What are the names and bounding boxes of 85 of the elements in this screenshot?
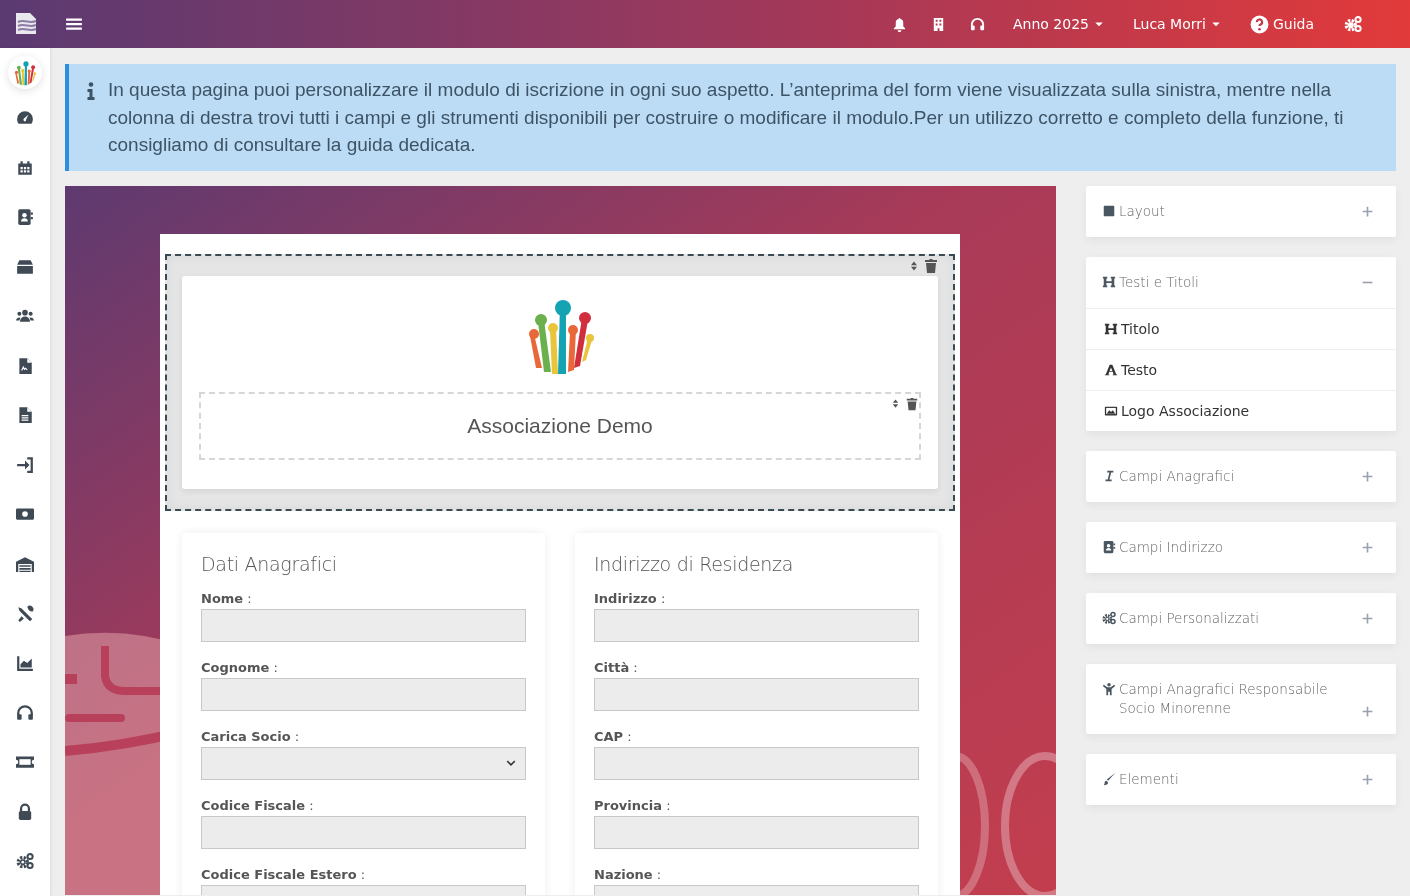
association-avatar[interactable] — [8, 56, 42, 90]
box-icon — [16, 257, 34, 276]
field-label: CAP : — [594, 728, 633, 744]
notifications-button[interactable] — [892, 16, 907, 32]
plus-icon — [1361, 611, 1374, 625]
field-label: Nazione : — [594, 866, 663, 882]
panel-header[interactable]: Elementi — [1086, 753, 1396, 805]
letter-icon — [1104, 362, 1118, 377]
building-button[interactable] — [931, 16, 946, 32]
field-label: Indirizzo : — [594, 590, 667, 606]
field-label: Codice Fiscale Estero : — [201, 866, 367, 882]
headset-icon — [970, 16, 985, 32]
input-field[interactable] — [594, 677, 919, 711]
input-field[interactable] — [594, 608, 919, 642]
field-label: Nome : — [201, 590, 253, 606]
heading-icon — [1102, 274, 1116, 289]
move-icon — [890, 398, 901, 409]
trash-icon — [923, 257, 939, 274]
select-field[interactable] — [201, 746, 526, 780]
plus-icon — [1361, 704, 1374, 718]
user-dropdown[interactable]: Luca Morri — [1132, 16, 1222, 32]
plus-icon — [1361, 540, 1374, 554]
panel-header[interactable]: Testi e Titoli — [1086, 256, 1396, 308]
association-title: Associazione Demo — [467, 413, 653, 438]
calendar-icon — [16, 158, 34, 177]
panel-title: Campi Indirizzo — [1102, 537, 1224, 557]
tools-icon — [16, 604, 34, 623]
plus-icon — [1361, 469, 1374, 483]
settings-button[interactable] — [1344, 15, 1362, 33]
garage-icon — [16, 555, 34, 573]
gears-icon — [1102, 610, 1116, 625]
contact-icon — [1102, 539, 1116, 554]
panel-title: Testi e Titoli — [1102, 272, 1199, 292]
toolbox-item[interactable]: Titolo — [1086, 307, 1396, 349]
chart-icon — [16, 654, 34, 673]
panel-title: Campi Personalizzati — [1102, 608, 1260, 628]
input-field[interactable] — [201, 608, 526, 642]
field-label: Cognome : — [201, 659, 279, 675]
plus-icon — [1361, 204, 1374, 218]
panel-title: Campi Anagrafici Responsabile Socio Minorenne — [1102, 679, 1351, 718]
panel-header[interactable]: Campi Personalizzati — [1086, 592, 1396, 644]
building-icon — [931, 16, 946, 32]
lock-icon — [16, 802, 34, 821]
year-dropdown[interactable]: Anno 2025 — [1013, 16, 1105, 32]
info-icon — [87, 82, 95, 100]
menu-button[interactable] — [65, 15, 83, 33]
panel-header[interactable]: Campi Anagrafici Responsabile Socio Minorenne — [1086, 663, 1396, 734]
section-title: Indirizzo di Residenza — [594, 552, 795, 575]
help-icon — [1249, 14, 1269, 34]
panel-title: Layout — [1102, 201, 1165, 221]
bell-icon — [892, 16, 907, 32]
heading-icon — [1104, 321, 1118, 336]
field-label: Carica Socio : — [201, 728, 301, 744]
field-label: Città : — [594, 659, 639, 675]
panel-header[interactable]: Campi Anagrafici — [1086, 450, 1396, 502]
support-button[interactable] — [970, 16, 985, 32]
login-icon — [16, 455, 34, 474]
field-label: Provincia : — [594, 797, 672, 813]
toolbox-item[interactable]: Logo Associazione — [1086, 389, 1396, 431]
panel-title: Campi Anagrafici — [1102, 466, 1235, 486]
section-title: Dati Anagrafici — [201, 552, 338, 575]
plus-icon — [1361, 772, 1374, 786]
toolbox-item[interactable]: Testo — [1086, 348, 1396, 390]
info-text: In questa pagina puoi personalizzare il modulo di iscrizione in ogni suo aspetto. L’anteprima del form viene visualizzata sulla sinistra, mentre nella colonna di destra trovi tutti i campi e gli strumenti disponibili per costruire o modificare il modulo.Per un utilizzo corretto e completo della funzione, ti consigliamo di consultare la guida dedicata. — [108, 78, 1345, 157]
panel-title: Elementi — [1102, 769, 1179, 789]
help-button[interactable]: Guida — [1249, 14, 1314, 34]
doc-icon — [16, 406, 34, 425]
settings-icon — [1344, 15, 1362, 33]
logo-drawing — [12, 59, 38, 86]
input-field[interactable] — [594, 746, 919, 780]
panel-header[interactable]: Layout — [1086, 185, 1396, 237]
panel-header[interactable]: Campi Indirizzo — [1086, 521, 1396, 573]
doc-sign-icon — [16, 356, 34, 375]
brush-icon — [1102, 771, 1116, 786]
contacts-icon — [16, 208, 34, 227]
input-field[interactable] — [201, 815, 526, 849]
trash-icon — [905, 396, 919, 411]
headset-icon — [16, 703, 34, 722]
menu-icon — [65, 15, 83, 33]
field-label: Codice Fiscale : — [201, 797, 315, 813]
gears-icon — [16, 852, 34, 871]
square-icon — [1102, 203, 1116, 218]
input-field[interactable] — [201, 677, 526, 711]
input-field[interactable] — [594, 815, 919, 849]
child-icon — [1102, 681, 1116, 696]
